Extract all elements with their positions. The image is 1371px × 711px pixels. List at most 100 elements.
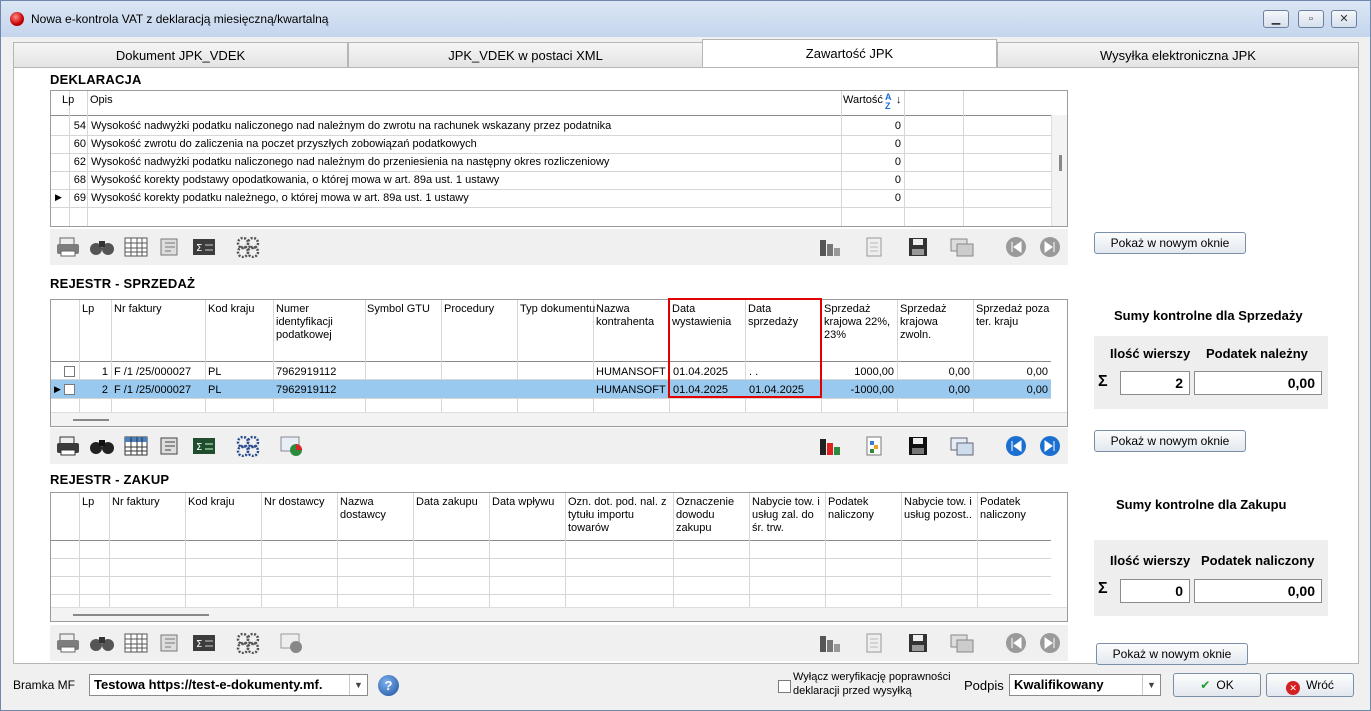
windows-icon[interactable] <box>948 234 976 260</box>
row-checkbox[interactable] <box>64 366 75 377</box>
sprzedaz-count-field[interactable]: 2 <box>1120 371 1190 395</box>
first-record-icon[interactable] <box>1002 630 1030 656</box>
export-doc-icon[interactable] <box>860 630 888 656</box>
col-oznaczenie: Oznaczenie dowodu zakupu <box>676 496 735 534</box>
print-icon[interactable] <box>54 234 82 260</box>
windows-icon[interactable] <box>948 630 976 656</box>
deklaracja-new-window-button[interactable]: Pokaż w nowym oknie <box>1094 232 1246 254</box>
sprzedaz-sums-panel: Ilość wierszy Podatek należny Σ 2 0,00 <box>1094 336 1328 409</box>
tab-dokument[interactable]: Dokument JPK_VDEK <box>13 42 348 67</box>
zakup-count-field[interactable]: 0 <box>1120 579 1190 603</box>
sum-calc-icon[interactable]: Σ <box>190 630 218 656</box>
sprzedaz-tax-label: Podatek należny <box>1206 346 1308 361</box>
disable-verification-checkbox[interactable] <box>778 680 791 693</box>
binoculars-icon[interactable] <box>88 630 116 656</box>
print-icon[interactable] <box>54 630 82 656</box>
row-checkbox[interactable] <box>64 384 75 395</box>
chart-icon[interactable] <box>816 234 844 260</box>
settings-gears-icon[interactable] <box>234 433 262 459</box>
back-button[interactable]: ✕ Wróć <box>1266 673 1354 697</box>
table-grid-icon[interactable] <box>122 433 150 459</box>
save-icon[interactable] <box>904 433 932 459</box>
minimize-button[interactable]: ▁ <box>1263 10 1289 28</box>
col-import: Ozn. dot. pod. nal. z tytułu importu tow… <box>568 496 667 534</box>
col-kod-kraju: Kod kraju <box>188 496 235 508</box>
col-gtu: Symbol GTU <box>367 303 430 315</box>
sum-calc-icon[interactable]: Σ <box>190 234 218 260</box>
window-title: Nowa e-kontrola VAT z deklaracją miesięc… <box>31 12 329 26</box>
col-nr-faktury: Nr faktury <box>114 303 162 315</box>
horizontal-scrollbar[interactable] <box>51 607 1067 621</box>
sigma-icon: Σ <box>1098 580 1108 597</box>
last-record-icon[interactable] <box>1036 433 1064 459</box>
podpis-select[interactable]: Kwalifikowany ▼ <box>1009 674 1161 696</box>
last-record-icon[interactable] <box>1036 234 1064 260</box>
horizontal-scrollbar[interactable] <box>51 412 1067 426</box>
sort-az-icon[interactable]: AZ <box>885 93 892 111</box>
col-nabycie-srodki: Nabycie tow. i usług zal. do śr. trw. <box>752 496 820 534</box>
settings-gears-icon[interactable] <box>234 234 262 260</box>
zakup-grid[interactable]: Lp Nr faktury Kod kraju Nr dostawcy Nazw… <box>50 492 1068 622</box>
zakup-new-window-button[interactable]: Pokaż w nowym oknie <box>1096 643 1248 665</box>
zakup-count-label: Ilość wierszy <box>1110 553 1191 568</box>
help-icon[interactable]: ? <box>378 675 399 696</box>
svg-text:Σ: Σ <box>196 442 202 453</box>
pie-chart-window-icon[interactable] <box>278 433 306 459</box>
table-grid-icon[interactable] <box>122 630 150 656</box>
filter-icon[interactable] <box>156 234 184 260</box>
tab-content: DEKLARACJA Lp Opis Wartość AZ ↓ 54 Wysok… <box>13 67 1359 665</box>
sprzedaz-sums-title: Sumy kontrolne dla Sprzedaży <box>1114 308 1303 323</box>
chart-icon[interactable] <box>816 433 844 459</box>
save-icon[interactable] <box>904 630 932 656</box>
windows-icon[interactable] <box>948 433 976 459</box>
deklaracja-grid[interactable]: Lp Opis Wartość AZ ↓ 54 Wysokość nadwyżk… <box>50 90 1068 227</box>
chevron-down-icon: ▼ <box>349 675 367 695</box>
tab-zawartosc[interactable]: Zawartość JPK <box>702 39 997 67</box>
close-window-button[interactable]: ✕ <box>1331 10 1357 28</box>
deklaracja-toolbar: Σ <box>50 229 1068 265</box>
main-window: Nowa e-kontrola VAT z deklaracją miesięc… <box>0 0 1371 711</box>
settings-gears-icon[interactable] <box>234 630 262 656</box>
tab-xml[interactable]: JPK_VDEK w postaci XML <box>348 42 703 67</box>
zakup-toolbar: Σ <box>50 625 1068 661</box>
cancel-x-icon: ✕ <box>1286 681 1301 695</box>
last-record-icon[interactable] <box>1036 630 1064 656</box>
vertical-scrollbar[interactable] <box>1051 115 1067 226</box>
filter-icon[interactable] <box>156 630 184 656</box>
chart-icon[interactable] <box>816 630 844 656</box>
binoculars-icon[interactable] <box>88 234 116 260</box>
row-pointer-icon: ▶ <box>55 192 62 202</box>
bramka-select[interactable]: Testowa https://test-e-dokumenty.mf. ▼ <box>89 674 368 696</box>
svg-text:Σ: Σ <box>196 243 202 254</box>
zakup-tax-field[interactable]: 0,00 <box>1194 579 1322 603</box>
app-logo-icon <box>10 12 24 26</box>
sprzedaz-grid[interactable]: Lp Nr faktury Kod kraju Numer identyfika… <box>50 299 1068 427</box>
col-data-wplywu: Data wpływu <box>492 496 555 508</box>
sprzedaz-new-window-button[interactable]: Pokaż w nowym oknie <box>1094 430 1246 452</box>
print-icon[interactable] <box>54 433 82 459</box>
deklaracja-title: DEKLARACJA <box>50 72 142 87</box>
filter-icon[interactable] <box>156 433 184 459</box>
sprzedaz-title: REJESTR - SPRZEDAŻ <box>50 276 196 291</box>
ok-button[interactable]: ✔ OK <box>1173 673 1261 697</box>
table-grid-icon[interactable] <box>122 234 150 260</box>
zakup-title: REJESTR - ZAKUP <box>50 472 170 487</box>
sum-calc-icon[interactable]: Σ <box>190 433 218 459</box>
pie-chart-window-icon[interactable] <box>278 630 306 656</box>
sprzedaz-tax-field[interactable]: 0,00 <box>1194 371 1322 395</box>
maximize-button[interactable]: ▫ <box>1298 10 1324 28</box>
export-doc-icon[interactable] <box>860 234 888 260</box>
save-icon[interactable] <box>904 234 932 260</box>
binoculars-icon[interactable] <box>88 433 116 459</box>
col-sprzedaz-krajowa: Sprzedaż krajowa 22%, 23% <box>824 303 891 341</box>
row-pointer-icon: ▶ <box>54 384 61 394</box>
first-record-icon[interactable] <box>1002 234 1030 260</box>
first-record-icon[interactable] <box>1002 433 1030 459</box>
svg-text:Σ: Σ <box>196 639 202 650</box>
col-wartosc: Wartość <box>843 94 883 106</box>
export-doc-icon[interactable] <box>860 433 888 459</box>
title-bar: Nowa e-kontrola VAT z deklaracją miesięc… <box>1 1 1370 37</box>
sprzedaz-toolbar: Σ <box>50 428 1068 464</box>
col-lp: Lp <box>82 303 95 315</box>
tab-wysylka[interactable]: Wysyłka elektroniczna JPK <box>997 42 1359 67</box>
